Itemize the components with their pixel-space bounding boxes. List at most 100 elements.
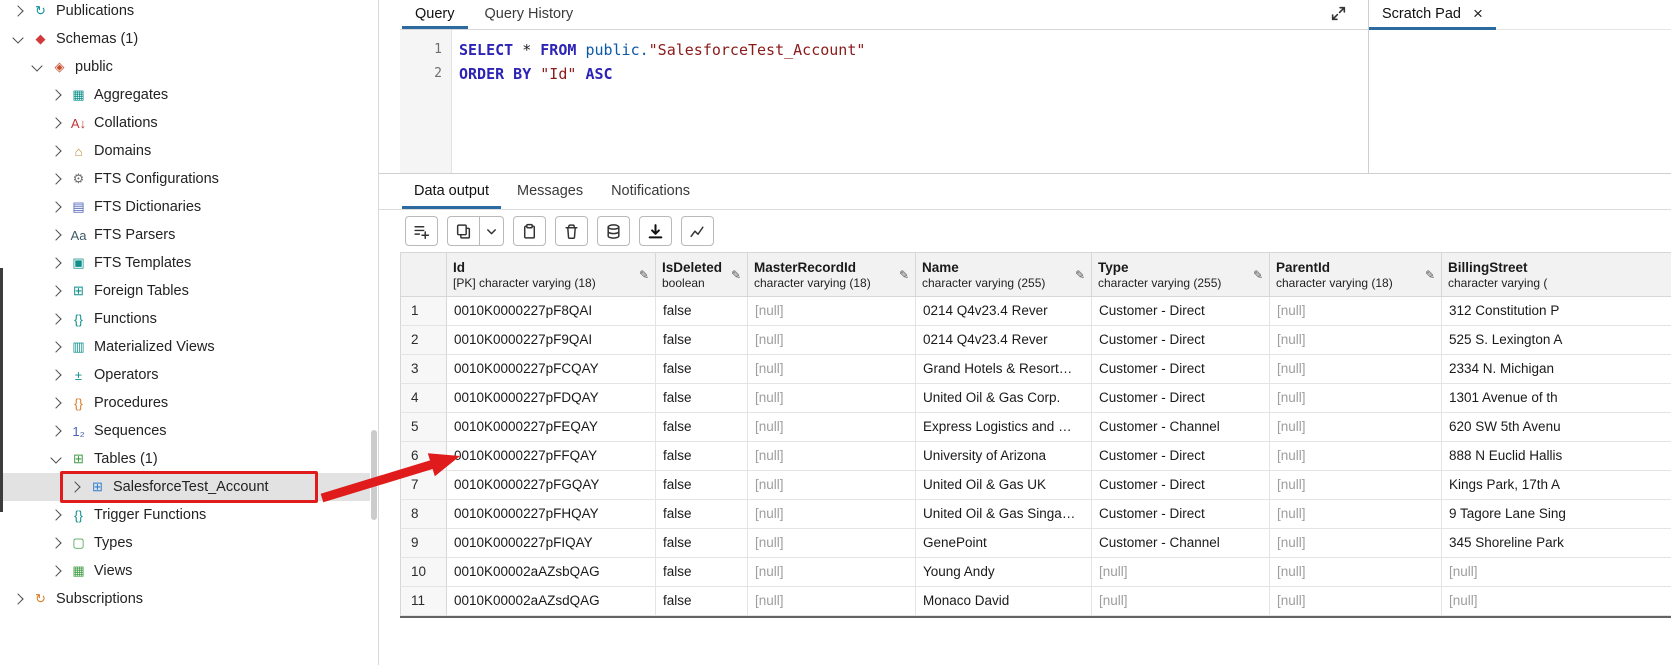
cell[interactable]: 0010K0000227pFEQAY [447,413,656,442]
cell[interactable]: [null] [1270,326,1442,355]
cell[interactable]: Customer - Direct [1092,355,1270,384]
chevron-right-icon[interactable] [50,425,61,436]
row-number[interactable]: 9 [400,529,447,558]
cell[interactable]: [null] [1442,587,1671,616]
cell[interactable]: United Oil & Gas UK [916,471,1092,500]
chevron-right-icon[interactable] [50,565,61,576]
cell[interactable]: false [656,471,748,500]
graph-visualiser-button[interactable] [681,216,714,246]
cell[interactable]: false [656,384,748,413]
cell[interactable]: 0010K0000227pF8QAI [447,297,656,326]
cell[interactable]: Customer - Channel [1092,413,1270,442]
sidebar-item-views[interactable]: ▦Views [0,557,370,585]
chevron-right-icon[interactable] [50,537,61,548]
chevron-right-icon[interactable] [50,285,61,296]
cell[interactable]: [null] [748,326,916,355]
chevron-right-icon[interactable] [50,397,61,408]
tab-scratch-pad[interactable]: Scratch Pad × [1369,0,1496,30]
sidebar-item-public[interactable]: ◈public [0,53,370,81]
chevron-right-icon[interactable] [12,5,23,16]
cell[interactable]: Young Andy [916,558,1092,587]
sidebar-item-collations[interactable]: A↓Collations [0,109,370,137]
cell[interactable]: Customer - Direct [1092,297,1270,326]
cell[interactable]: 0214 Q4v23.4 Rever [916,297,1092,326]
cell[interactable]: [null] [748,297,916,326]
cell[interactable]: 0010K0000227pFGQAY [447,471,656,500]
scratch-pad-editor[interactable] [1369,31,1671,173]
row-number[interactable]: 3 [400,355,447,384]
cell[interactable]: Customer - Direct [1092,326,1270,355]
add-row-button[interactable] [405,216,438,246]
sidebar-item-subscriptions[interactable]: ↻Subscriptions [0,585,370,613]
copy-button[interactable] [447,216,480,246]
cell[interactable]: [null] [1270,529,1442,558]
cell[interactable]: false [656,587,748,616]
sidebar-item-procedures[interactable]: {}Procedures [0,389,370,417]
column-header-parentid[interactable]: ParentIdcharacter varying (18)✎ [1270,252,1442,297]
chevron-right-icon[interactable] [50,341,61,352]
sidebar-item-functions[interactable]: {}Functions [0,305,370,333]
chevron-right-icon[interactable] [50,201,61,212]
cell[interactable]: United Oil & Gas Corp. [916,384,1092,413]
cell[interactable]: false [656,355,748,384]
tab-messages[interactable]: Messages [503,174,597,209]
chevron-right-icon[interactable] [12,593,23,604]
cell[interactable]: Customer - Direct [1092,384,1270,413]
chevron-right-icon[interactable] [50,509,61,520]
sidebar-item-schemas-1[interactable]: ◆Schemas (1) [0,25,370,53]
cell[interactable]: [null] [748,500,916,529]
cell[interactable]: Customer - Channel [1092,529,1270,558]
save-results-to-file-button[interactable] [639,216,672,246]
edit-column-icon[interactable]: ✎ [731,268,741,282]
sidebar-item-fts-configurations[interactable]: ⚙FTS Configurations [0,165,370,193]
sidebar-item-types[interactable]: ▢Types [0,529,370,557]
sidebar-item-sequences[interactable]: 1₂Sequences [0,417,370,445]
column-header-id[interactable]: Id[PK] character varying (18)✎ [447,252,656,297]
tab-data-output[interactable]: Data output [400,174,503,209]
cell[interactable]: University of Arizona [916,442,1092,471]
copy-options-button[interactable] [480,216,504,246]
cell[interactable]: [null] [748,587,916,616]
cell[interactable]: [null] [1270,355,1442,384]
cell[interactable]: Express Logistics and … [916,413,1092,442]
cell[interactable]: Customer - Direct [1092,442,1270,471]
sidebar-item-salesforcetest-account[interactable]: ⊞SalesforceTest_Account [0,473,370,501]
column-header-name[interactable]: Namecharacter varying (255)✎ [916,252,1092,297]
sidebar-item-materialized-views[interactable]: ▥Materialized Views [0,333,370,361]
cell[interactable]: United Oil & Gas Singa… [916,500,1092,529]
chevron-down-icon[interactable] [12,32,23,43]
cell[interactable]: [null] [1270,297,1442,326]
cell[interactable]: Customer - Direct [1092,500,1270,529]
sidebar-item-foreign-tables[interactable]: ⊞Foreign Tables [0,277,370,305]
cell[interactable]: 2334 N. Michigan [1442,355,1671,384]
cell[interactable]: 0010K0000227pFHQAY [447,500,656,529]
paste-button[interactable] [513,216,546,246]
cell[interactable]: false [656,326,748,355]
cell[interactable]: false [656,413,748,442]
edit-column-icon[interactable]: ✎ [1425,268,1435,282]
edit-column-icon[interactable]: ✎ [1253,268,1263,282]
cell[interactable]: [null] [1092,587,1270,616]
cell[interactable]: [null] [748,413,916,442]
tab-query[interactable]: Query [400,0,470,29]
row-number[interactable]: 10 [400,558,447,587]
cell[interactable]: 0010K0000227pF9QAI [447,326,656,355]
cell[interactable]: [null] [1270,500,1442,529]
cell[interactable]: false [656,558,748,587]
cell[interactable]: 0010K0000227pFIQAY [447,529,656,558]
left-scrollbar[interactable] [0,268,3,512]
chevron-down-icon[interactable] [31,60,42,71]
chevron-right-icon[interactable] [50,145,61,156]
chevron-down-icon[interactable] [50,452,61,463]
cell[interactable]: [null] [1270,471,1442,500]
cell[interactable]: [null] [1270,558,1442,587]
row-number[interactable]: 11 [400,587,447,616]
cell[interactable]: false [656,500,748,529]
chevron-right-icon[interactable] [50,173,61,184]
chevron-right-icon[interactable] [50,229,61,240]
close-icon[interactable]: × [1473,5,1483,22]
cell[interactable]: false [656,297,748,326]
edit-column-icon[interactable]: ✎ [899,268,909,282]
cell[interactable]: 0010K0000227pFDQAY [447,384,656,413]
chevron-right-icon[interactable] [50,257,61,268]
